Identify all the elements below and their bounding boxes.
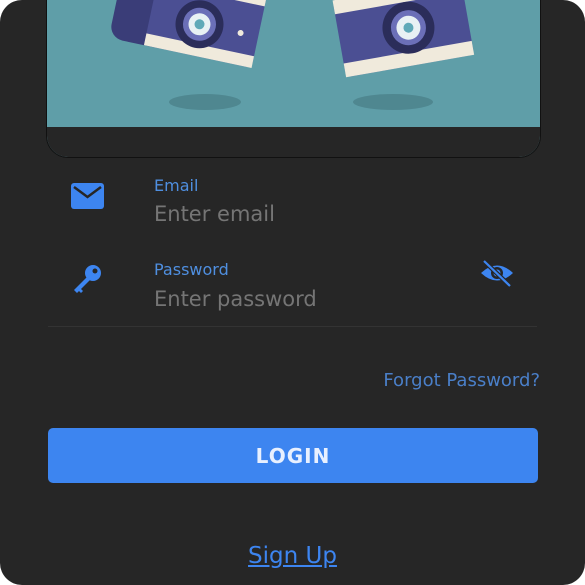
login-button[interactable]: LOGIN <box>48 428 538 483</box>
left-camera-icon <box>111 0 268 69</box>
password-label: Password <box>154 260 229 279</box>
hero-footer-band <box>47 127 540 157</box>
hero-illustration <box>46 0 541 158</box>
right-camera-icon <box>332 0 475 78</box>
forgot-password-link[interactable]: Forgot Password? <box>383 370 540 391</box>
email-label: Email <box>154 176 199 195</box>
email-input[interactable] <box>154 202 454 226</box>
password-field-row: Password <box>0 255 585 335</box>
camera-illustration <box>111 0 475 110</box>
password-input[interactable] <box>154 287 454 311</box>
field-divider <box>48 326 537 327</box>
email-field-row: Email <box>0 170 585 250</box>
mail-icon <box>71 183 104 209</box>
eye-off-icon[interactable] <box>479 258 515 288</box>
key-icon <box>74 265 101 293</box>
signup-link[interactable]: Sign Up <box>0 543 585 569</box>
right-camera-shadow <box>353 94 433 110</box>
login-screen: Email Password Forgot Password? LOGIN Si… <box>0 0 585 585</box>
left-camera-shadow <box>169 94 241 110</box>
